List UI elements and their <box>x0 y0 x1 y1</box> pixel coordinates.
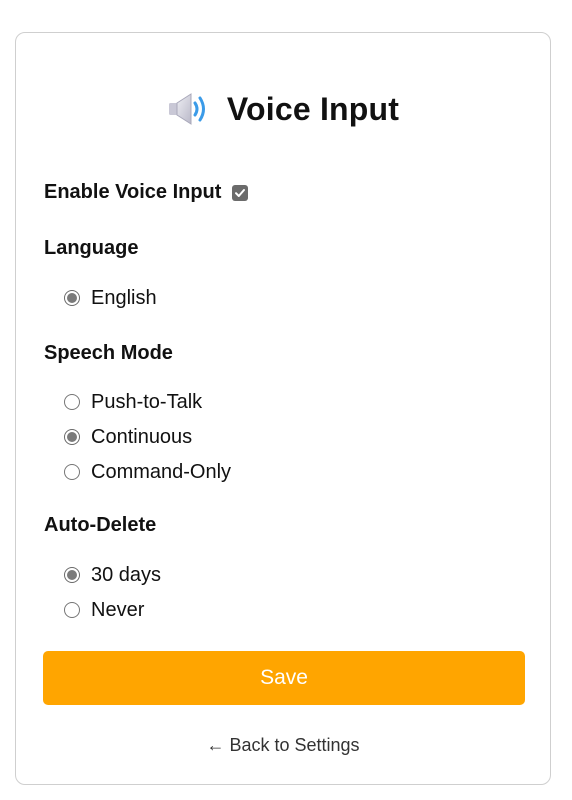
radio-button[interactable] <box>64 567 80 583</box>
radio-label: Never <box>91 598 145 621</box>
speech-mode-option-continuous[interactable]: Continuous <box>64 425 192 449</box>
enable-voice-checkbox[interactable] <box>232 184 249 201</box>
radio-button[interactable] <box>64 602 80 618</box>
language-label: Language <box>44 237 139 259</box>
checkmark-icon <box>235 188 246 197</box>
speech-mode-option-command-only[interactable]: Command-Only <box>64 460 231 484</box>
settings-card: Voice Input Enable Voice Input Language … <box>15 32 551 785</box>
radio-label: English <box>91 286 157 309</box>
radio-button[interactable] <box>64 290 80 306</box>
auto-delete-option-never[interactable]: Never <box>64 598 144 622</box>
radio-label: Continuous <box>91 425 193 448</box>
radio-button[interactable] <box>64 394 80 410</box>
save-button[interactable]: Save <box>43 651 525 705</box>
enable-voice-label: Enable Voice Input <box>44 181 222 203</box>
back-to-settings-link[interactable]: ← Back to Settings <box>16 735 550 756</box>
page-title: Voice Input <box>226 91 400 127</box>
language-option-english[interactable]: English <box>64 286 157 310</box>
radio-label: Push-to-Talk <box>91 390 203 413</box>
radio-label: Command-Only <box>91 460 232 483</box>
title-row: Voice Input <box>16 85 550 133</box>
radio-button[interactable] <box>64 464 80 480</box>
auto-delete-option-30-days[interactable]: 30 days <box>64 563 161 587</box>
enable-voice-row[interactable]: Enable Voice Input <box>44 181 249 204</box>
speech-mode-label: Speech Mode <box>44 342 173 364</box>
auto-delete-label: Auto-Delete <box>44 514 157 536</box>
radio-button[interactable] <box>64 429 80 445</box>
speaker-icon <box>168 93 205 125</box>
radio-label: 30 days <box>91 563 162 586</box>
speech-mode-option-push-to-talk[interactable]: Push-to-Talk <box>64 390 202 414</box>
